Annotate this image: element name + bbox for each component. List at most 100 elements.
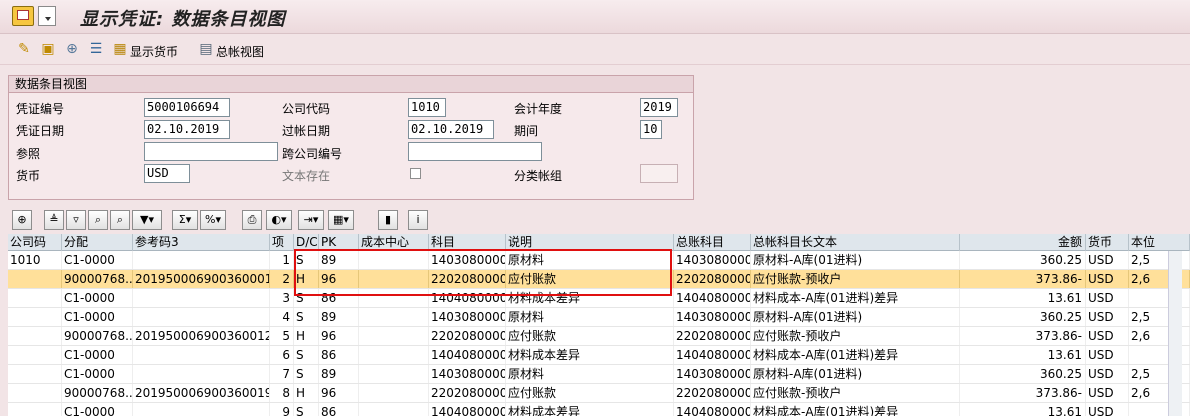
table-cell[interactable]: 360.25: [960, 365, 1086, 383]
table-cell[interactable]: 13.61: [960, 403, 1086, 416]
subtotal-icon[interactable]: %▾: [200, 210, 226, 230]
table-cell[interactable]: 9: [270, 403, 294, 416]
table-cell[interactable]: 89: [319, 365, 359, 383]
table-cell[interactable]: 90000768...: [62, 384, 133, 402]
table-cell[interactable]: 1404080000: [674, 403, 751, 416]
table-cell[interactable]: C1-0000: [62, 365, 133, 383]
sort-desc-icon[interactable]: ▿: [66, 210, 86, 230]
table-cell[interactable]: 应付账款-预收户: [751, 384, 960, 402]
table-cell[interactable]: 13.61: [960, 346, 1086, 364]
table-row[interactable]: C1-0000 4 S 89 1403080000 原材料 1403080000 原材料-A库…: [8, 308, 1190, 327]
table-cell[interactable]: 1404080000: [429, 346, 506, 364]
table-cell[interactable]: 90000768...: [62, 327, 133, 345]
table-cell[interactable]: 1403080000: [674, 308, 751, 326]
table-cell[interactable]: 6: [270, 346, 294, 364]
table-cell[interactable]: 应付账款-预收户: [751, 270, 960, 288]
table-cell[interactable]: [359, 346, 429, 364]
table-cell[interactable]: 2202080000: [674, 270, 751, 288]
table-cell[interactable]: 原材料-A库(01进料): [751, 251, 960, 269]
views-icon[interactable]: ◐▾: [266, 210, 292, 230]
export-icon[interactable]: ⇥▾: [298, 210, 324, 230]
table-cell[interactable]: [133, 251, 270, 269]
table-row[interactable]: 90000768... 201950006900360019 8 H 96 2202080…: [8, 384, 1190, 403]
find-icon[interactable]: ⌕: [88, 210, 108, 230]
table-cell[interactable]: 应付账款-预收户: [751, 327, 960, 345]
table-cell[interactable]: 7: [270, 365, 294, 383]
stack-icon[interactable]: ☰: [88, 41, 104, 57]
table-cell[interactable]: 373.86-: [960, 327, 1086, 345]
table-cell[interactable]: 应付账款: [506, 384, 674, 402]
table-cell[interactable]: [133, 403, 270, 416]
column-header[interactable]: 金额: [960, 234, 1086, 251]
table-cell[interactable]: 96: [319, 327, 359, 345]
table-cell[interactable]: H: [294, 384, 319, 402]
table-cell[interactable]: [133, 289, 270, 307]
reference-field[interactable]: [144, 142, 278, 161]
details-icon[interactable]: ⊕: [12, 210, 32, 230]
table-cell[interactable]: [359, 384, 429, 402]
table-row[interactable]: C1-0000 9 S 86 1404080000 材料成本差异 1404080000 材料成…: [8, 403, 1190, 416]
table-cell[interactable]: USD: [1086, 289, 1129, 307]
table-cell[interactable]: 90000768...: [62, 270, 133, 288]
menu-dropdown-button[interactable]: [38, 6, 56, 26]
doc-date-field[interactable]: 02.10.2019: [144, 120, 230, 139]
table-cell[interactable]: [359, 403, 429, 416]
table-cell[interactable]: [8, 403, 62, 416]
table-cell[interactable]: [8, 308, 62, 326]
cross-company-field[interactable]: [408, 142, 542, 161]
table-cell[interactable]: [359, 308, 429, 326]
table-cell[interactable]: 1: [270, 251, 294, 269]
table-cell[interactable]: 1404080000: [674, 346, 751, 364]
column-header[interactable]: 本位: [1129, 234, 1190, 251]
table-cell[interactable]: 360.25: [960, 308, 1086, 326]
table-cell[interactable]: 201950006900360012: [133, 327, 270, 345]
table-cell[interactable]: 2: [270, 270, 294, 288]
table-cell[interactable]: 3: [270, 289, 294, 307]
table-cell[interactable]: 1404080000: [674, 289, 751, 307]
table-cell[interactable]: 13.61: [960, 289, 1086, 307]
table-cell[interactable]: 1403080000: [429, 365, 506, 383]
table-cell[interactable]: 应付账款: [506, 327, 674, 345]
column-header[interactable]: 项: [270, 234, 294, 251]
table-cell[interactable]: [133, 365, 270, 383]
table-cell[interactable]: 材料成本-A库(01进料)差异: [751, 346, 960, 364]
column-header[interactable]: 分配: [62, 234, 133, 251]
table-cell[interactable]: [133, 346, 270, 364]
layout-icon[interactable]: ▦▾: [328, 210, 354, 230]
find-next-icon[interactable]: ⌕: [110, 210, 130, 230]
table-cell[interactable]: USD: [1086, 346, 1129, 364]
table-cell[interactable]: 2202080000: [674, 384, 751, 402]
table-cell[interactable]: S: [294, 403, 319, 416]
table-row[interactable]: C1-0000 7 S 89 1403080000 原材料 1403080000 原材料-A库…: [8, 365, 1190, 384]
table-cell[interactable]: 360.25: [960, 251, 1086, 269]
filter-icon[interactable]: ▼▾: [132, 210, 162, 230]
table-cell[interactable]: 373.86-: [960, 270, 1086, 288]
table-cell[interactable]: C1-0000: [62, 346, 133, 364]
gl-view-button[interactable]: 总帐视图: [216, 43, 264, 60]
table-cell[interactable]: [8, 384, 62, 402]
vertical-scrollbar[interactable]: [1168, 251, 1182, 416]
column-header[interactable]: 参考码3: [133, 234, 270, 251]
table-cell[interactable]: USD: [1086, 384, 1129, 402]
table-cell[interactable]: 2202080000: [429, 327, 506, 345]
column-header[interactable]: 公司码: [8, 234, 62, 251]
print-icon[interactable]: ⎙: [242, 210, 262, 230]
table-cell[interactable]: C1-0000: [62, 251, 133, 269]
table-cell[interactable]: 原材料-A库(01进料): [751, 308, 960, 326]
table-cell[interactable]: 5: [270, 327, 294, 345]
table-cell[interactable]: 8: [270, 384, 294, 402]
sort-asc-icon[interactable]: ≜: [44, 210, 64, 230]
table-cell[interactable]: 201950006900360001: [133, 270, 270, 288]
column-header[interactable]: 总账科目: [674, 234, 751, 251]
table-cell[interactable]: [8, 289, 62, 307]
table-cell[interactable]: [8, 327, 62, 345]
company-code-field[interactable]: 1010: [408, 98, 446, 117]
table-cell[interactable]: USD: [1086, 327, 1129, 345]
table-cell[interactable]: 201950006900360019: [133, 384, 270, 402]
table-cell[interactable]: C1-0000: [62, 289, 133, 307]
table-cell[interactable]: S: [294, 346, 319, 364]
table-cell[interactable]: 1403080000: [674, 365, 751, 383]
table-cell[interactable]: 89: [319, 308, 359, 326]
table-cell[interactable]: [133, 308, 270, 326]
table-cell[interactable]: 1403080000: [429, 308, 506, 326]
